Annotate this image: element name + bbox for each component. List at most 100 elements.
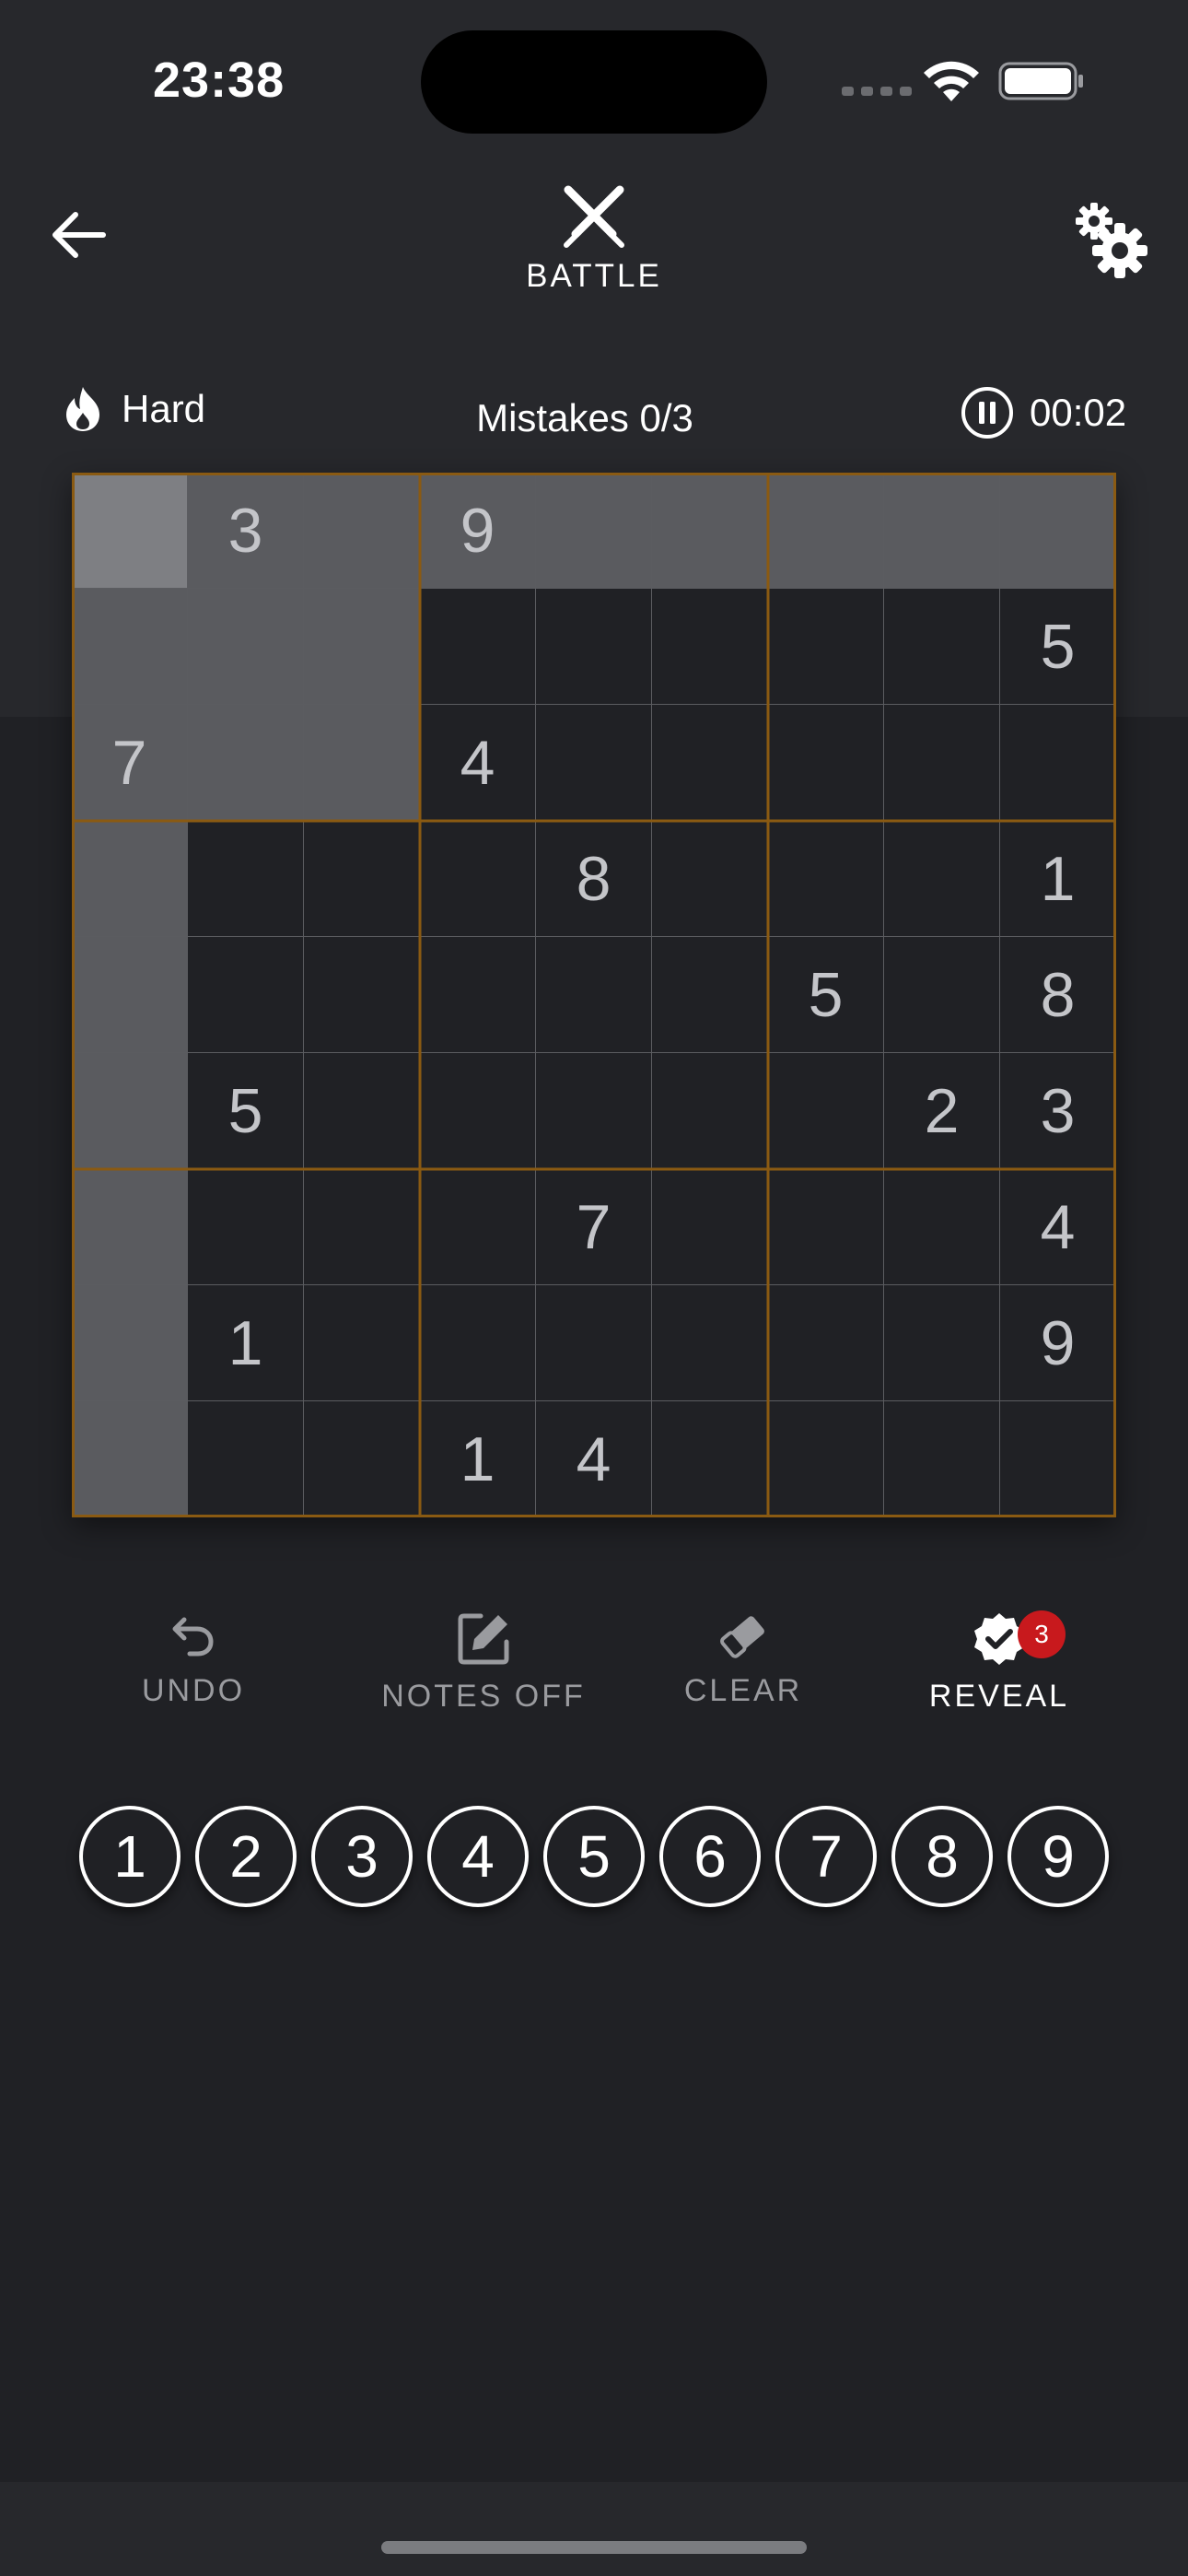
board-cell-r8c4[interactable] [420,1285,536,1401]
board-cell-r2c4[interactable] [420,589,536,705]
number-button-6[interactable]: 6 [659,1806,761,1907]
board-cell-r1c4[interactable]: 9 [420,473,536,589]
board-cell-r6c7[interactable] [768,1053,884,1169]
board-cell-r1c7[interactable] [768,473,884,589]
board-cell-r1c1[interactable] [72,473,188,589]
undo-button[interactable]: UNDO [83,1610,304,1709]
board-cell-r7c5[interactable]: 7 [536,1169,652,1285]
board-cell-r1c3[interactable] [304,473,420,589]
board-cell-r3c6[interactable] [652,705,768,821]
board-cell-r5c8[interactable] [884,937,1000,1053]
board-cell-r4c6[interactable] [652,821,768,937]
board-cell-r7c4[interactable] [420,1169,536,1285]
board-cell-r8c5[interactable] [536,1285,652,1401]
number-button-5[interactable]: 5 [543,1806,645,1907]
board-cell-r7c9[interactable]: 4 [1000,1169,1116,1285]
board-cell-r6c2[interactable]: 5 [188,1053,304,1169]
timer-pause-button[interactable]: 00:02 [960,385,1126,440]
board-cell-r3c7[interactable] [768,705,884,821]
board-cell-r4c8[interactable] [884,821,1000,937]
board-cell-r9c1[interactable] [72,1401,188,1517]
board-cell-r3c1[interactable]: 7 [72,705,188,821]
board-cell-r3c8[interactable] [884,705,1000,821]
board-cell-r5c9[interactable]: 8 [1000,937,1116,1053]
board-cell-r8c3[interactable] [304,1285,420,1401]
board-cell-r6c4[interactable] [420,1053,536,1169]
board-cell-r1c8[interactable] [884,473,1000,589]
cellular-signal-icon [842,87,912,96]
board-cell-r2c9[interactable]: 5 [1000,589,1116,705]
board-cell-r5c6[interactable] [652,937,768,1053]
board-cell-r2c6[interactable] [652,589,768,705]
board-cell-r7c3[interactable] [304,1169,420,1285]
number-button-3[interactable]: 3 [311,1806,413,1907]
number-button-4[interactable]: 4 [427,1806,529,1907]
board-cell-r5c3[interactable] [304,937,420,1053]
board-cell-r4c5[interactable]: 8 [536,821,652,937]
number-button-8[interactable]: 8 [891,1806,993,1907]
board-cell-r2c2[interactable] [188,589,304,705]
board-cell-r4c1[interactable] [72,821,188,937]
number-button-7[interactable]: 7 [775,1806,877,1907]
board-cell-r2c8[interactable] [884,589,1000,705]
board-cell-r7c6[interactable] [652,1169,768,1285]
board-cell-r8c1[interactable] [72,1285,188,1401]
board-cell-r9c4[interactable]: 1 [420,1401,536,1517]
board-cell-r5c5[interactable] [536,937,652,1053]
board-cell-r4c2[interactable] [188,821,304,937]
board-cell-r3c4[interactable]: 4 [420,705,536,821]
board-cell-r3c2[interactable] [188,705,304,821]
undo-label: UNDO [141,1673,246,1708]
board-cell-r4c7[interactable] [768,821,884,937]
board-cell-r6c8[interactable]: 2 [884,1053,1000,1169]
settings-button[interactable] [1068,199,1151,282]
number-button-9[interactable]: 9 [1007,1806,1109,1907]
board-cell-r7c2[interactable] [188,1169,304,1285]
board-cell-r8c8[interactable] [884,1285,1000,1401]
notes-toggle-button[interactable]: NOTES OFF [345,1610,622,1715]
board-cell-r9c8[interactable] [884,1401,1000,1517]
board-cell-r5c2[interactable] [188,937,304,1053]
board-cell-r5c7[interactable]: 5 [768,937,884,1053]
board-cell-r6c1[interactable] [72,1053,188,1169]
board-cell-r8c7[interactable] [768,1285,884,1401]
board-cell-r1c5[interactable] [536,473,652,589]
number-button-2[interactable]: 2 [195,1806,297,1907]
board-cell-r7c7[interactable] [768,1169,884,1285]
board-cell-r7c1[interactable] [72,1169,188,1285]
board-cell-r6c5[interactable] [536,1053,652,1169]
back-button[interactable] [37,193,120,276]
board-cell-r3c3[interactable] [304,705,420,821]
board-cell-r4c9[interactable]: 1 [1000,821,1116,937]
board-cell-r6c3[interactable] [304,1053,420,1169]
home-indicator[interactable] [381,2541,807,2554]
board-cell-r9c2[interactable] [188,1401,304,1517]
board-cell-r2c3[interactable] [304,589,420,705]
number-button-1[interactable]: 1 [79,1806,181,1907]
board-cell-r9c6[interactable] [652,1401,768,1517]
board-cell-r8c2[interactable]: 1 [188,1285,304,1401]
board-cell-r4c4[interactable] [420,821,536,937]
board-cell-r9c9[interactable] [1000,1401,1116,1517]
clear-button[interactable]: CLEAR [633,1610,854,1709]
board-cell-r5c4[interactable] [420,937,536,1053]
board-cell-r2c1[interactable] [72,589,188,705]
board-cell-r9c5[interactable]: 4 [536,1401,652,1517]
board-cell-r7c8[interactable] [884,1169,1000,1285]
board-cell-r3c5[interactable] [536,705,652,821]
reveal-button[interactable]: REVEAL 3 [889,1610,1110,1715]
board-cell-r8c6[interactable] [652,1285,768,1401]
board-cell-r9c7[interactable] [768,1401,884,1517]
board-cell-r1c9[interactable] [1000,473,1116,589]
board-cell-r4c3[interactable] [304,821,420,937]
board-cell-r2c7[interactable] [768,589,884,705]
board-cell-r1c6[interactable] [652,473,768,589]
board-cell-r6c9[interactable]: 3 [1000,1053,1116,1169]
board-cell-r5c1[interactable] [72,937,188,1053]
board-cell-r6c6[interactable] [652,1053,768,1169]
board-cell-r8c9[interactable]: 9 [1000,1285,1116,1401]
board-cell-r3c9[interactable] [1000,705,1116,821]
board-cell-r2c5[interactable] [536,589,652,705]
board-cell-r1c2[interactable]: 3 [188,473,304,589]
board-cell-r9c3[interactable] [304,1401,420,1517]
